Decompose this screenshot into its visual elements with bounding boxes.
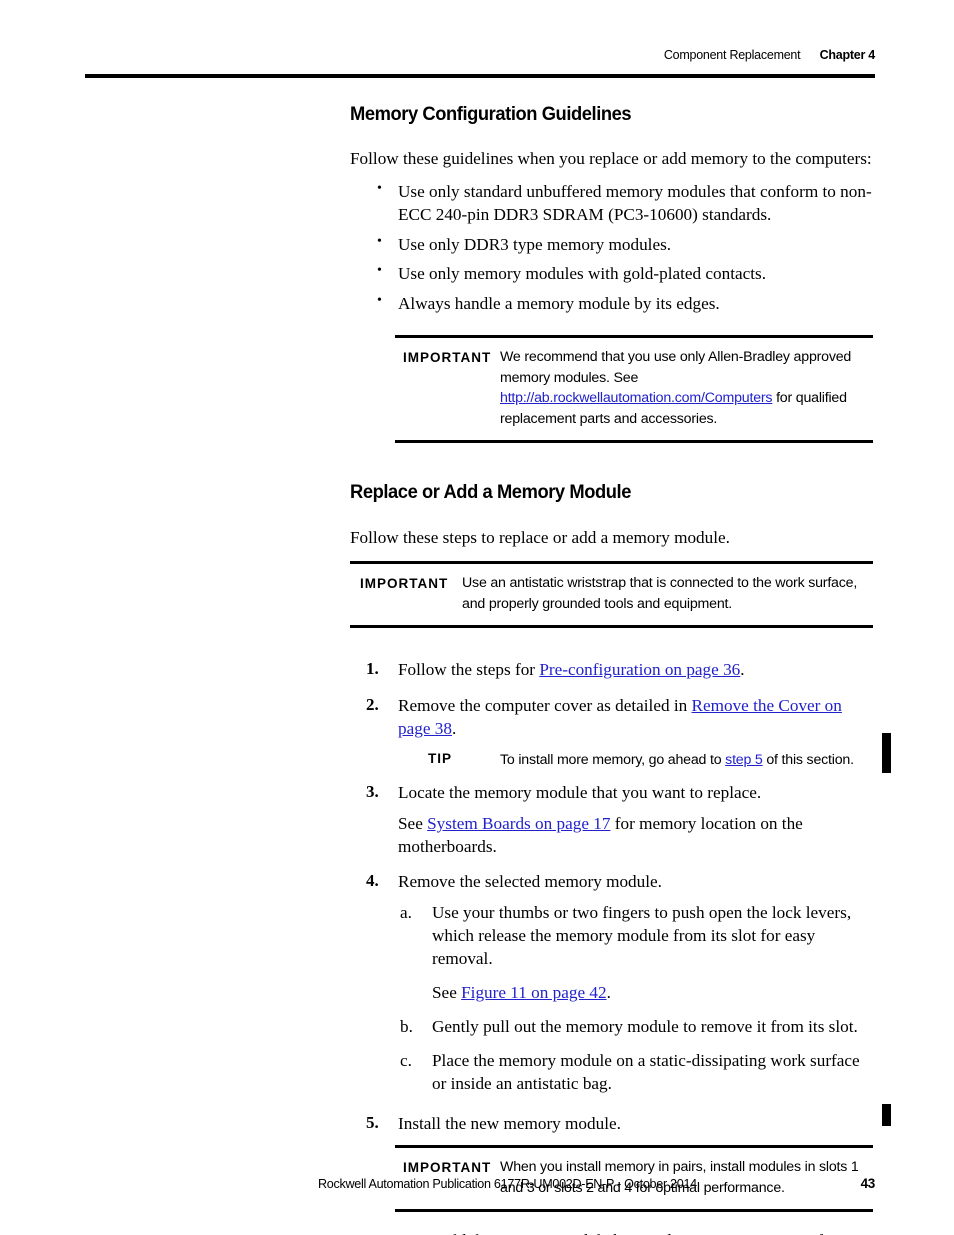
substep-4c: c. Place the memory module on a static-di… — [398, 1049, 875, 1095]
reference-text-before: See — [432, 983, 462, 1003]
callout-text-before: We recommend that you use only Allen-Bra… — [500, 348, 852, 386]
important-callout-memory-approval: IMPORTANT We recommend that you use only… — [395, 334, 873, 444]
spacer — [398, 1004, 875, 1015]
link-pre-configuration-page-36[interactable]: Pre-configuration on page 36 — [539, 660, 740, 679]
header-chapter-label: Chapter 4 — [819, 48, 876, 62]
document-page: Component Replacement Chapter 4 Memory C… — [0, 0, 954, 1235]
callout-text: Use an antistatic wriststrap that is con… — [462, 575, 858, 613]
memory-guidelines-list: Use only standard unbuffered memory modu… — [350, 180, 875, 316]
section-intro-paragraph: Follow these guidelines when you replace… — [350, 149, 872, 169]
step-number: 2. — [366, 695, 379, 715]
link-step-5[interactable]: step 5 — [725, 752, 763, 768]
procedure-step-3-reference: See System Boards on page 17 for memory … — [350, 812, 875, 858]
procedure-step-2: 2. Remove the computer cover as detailed … — [350, 694, 875, 740]
procedure-step-1: 1. Follow the steps for Pre-configuration… — [350, 658, 875, 681]
spacer — [398, 1038, 875, 1049]
substep-list: a. Hold the memory module by its edges as… — [398, 1229, 875, 1235]
section-intro-paragraph: Follow these steps to replace or add a m… — [350, 527, 730, 547]
list-item: Always handle a memory module by its edg… — [350, 292, 875, 316]
callout-label-tip: TIP — [428, 751, 453, 767]
callout-label-important: IMPORTANT — [360, 576, 449, 592]
spacer — [350, 740, 875, 750]
procedure-step-5: 5. Install the new memory module. — [350, 1112, 875, 1135]
procedure-step-4: 4. Remove the selected memory module. — [350, 870, 875, 893]
callout-label-important: IMPORTANT — [403, 349, 492, 365]
change-bar — [882, 1104, 891, 1126]
substep-letter: b. — [400, 1017, 413, 1037]
substep-text: Use your thumbs or two fingers to push o… — [432, 903, 852, 969]
link-system-boards-page-17[interactable]: System Boards on page 17 — [427, 814, 610, 833]
spacer — [350, 804, 875, 812]
step-number: 4. — [366, 870, 379, 890]
spacer — [350, 893, 875, 901]
list-item: Use only DDR3 type memory modules. — [350, 233, 875, 257]
step-number: 1. — [366, 659, 379, 679]
substep-5a: a. Hold the memory module by its edges as… — [398, 1229, 875, 1235]
substep-text: Place the memory module on a static-diss… — [432, 1051, 860, 1094]
page-footer: Rockwell Automation Publication 6177R-UM… — [318, 1176, 875, 1191]
step-text: Locate the memory module that you want t… — [398, 782, 762, 802]
footer-publication-id: Rockwell Automation Publication 6177R-UM… — [318, 1177, 697, 1191]
link-rockwell-computers-url[interactable]: http://ab.rockwellautomation.com/Compute… — [500, 390, 773, 406]
procedure-step-4-substeps: a. Use your thumbs or two fingers to push… — [350, 901, 875, 1095]
callout-text-after: of this section. — [762, 752, 854, 769]
spacer — [350, 681, 875, 694]
substep-text: Gently pull out the memory module to rem… — [432, 1017, 858, 1037]
step-text: Install the new memory module. — [398, 1114, 621, 1134]
spacer — [350, 1095, 875, 1112]
spacer — [350, 1135, 875, 1145]
reference-text-after: . — [606, 983, 611, 1003]
header-rule — [85, 74, 875, 78]
change-bar — [882, 733, 891, 773]
substep-letter: a. — [400, 903, 412, 922]
footer-page-number: 43 — [860, 1176, 876, 1191]
reference-text-before: See — [398, 813, 428, 833]
link-figure-11-page-42[interactable]: Figure 11 on page 42 — [461, 983, 606, 1002]
substep-letter: c. — [400, 1051, 412, 1071]
procedure-step-3: 3. Locate the memory module that you want… — [350, 781, 875, 804]
section-heading-replace-or-add-a-memory-module: Replace or Add a Memory Module — [350, 481, 631, 504]
substep-text: Hold the memory module by its edges as y… — [432, 1231, 871, 1235]
step-text-before: Follow the steps for — [398, 660, 540, 680]
page-content: Memory Configuration Guidelines Follow t… — [350, 103, 875, 1235]
spacer — [398, 970, 875, 981]
substep-4b: b. Gently pull out the memory module to r… — [398, 1015, 875, 1038]
step-number: 5. — [366, 1113, 379, 1133]
spacer — [350, 1212, 875, 1229]
substep-letter: a. — [400, 1229, 412, 1235]
spacer — [350, 858, 875, 870]
substep-list: a. Use your thumbs or two fingers to push… — [398, 901, 875, 1095]
substep-4a-reference: See Figure 11 on page 42. — [398, 981, 875, 1004]
callout-text: To install more memory, go ahead to step… — [500, 750, 875, 771]
callout-text: We recommend that you use only Allen-Bra… — [500, 347, 868, 431]
step-text-before: Remove the computer cover as detailed in — [398, 696, 692, 716]
important-callout-antistatic-wriststrap: IMPORTANT Use an antistatic wriststrap t… — [350, 561, 873, 629]
tip-callout-install-more-memory: TIP To install more memory, go ahead to … — [350, 750, 875, 771]
step-number: 3. — [366, 781, 379, 801]
step-text-after: . — [740, 660, 745, 680]
step-text-after: . — [451, 719, 457, 739]
list-item: Use only memory modules with gold-plated… — [350, 262, 875, 286]
list-item: Use only standard unbuffered memory modu… — [350, 180, 875, 226]
callout-text-before: To install more memory, go ahead to — [500, 752, 726, 769]
section-heading-memory-configuration-guidelines: Memory Configuration Guidelines — [350, 103, 632, 125]
procedure-step-5-substeps: a. Hold the memory module by its edges as… — [350, 1229, 875, 1235]
procedure-step-list: 1. Follow the steps for Pre-configuration… — [350, 658, 875, 1235]
substep-4a: a. Use your thumbs or two fingers to push… — [398, 901, 875, 970]
header-section-title: Component Replacement — [663, 48, 801, 62]
step-text: Remove the selected memory module. — [398, 871, 662, 891]
spacer — [350, 771, 875, 781]
page-header: Component Replacement Chapter 4 — [85, 48, 875, 62]
